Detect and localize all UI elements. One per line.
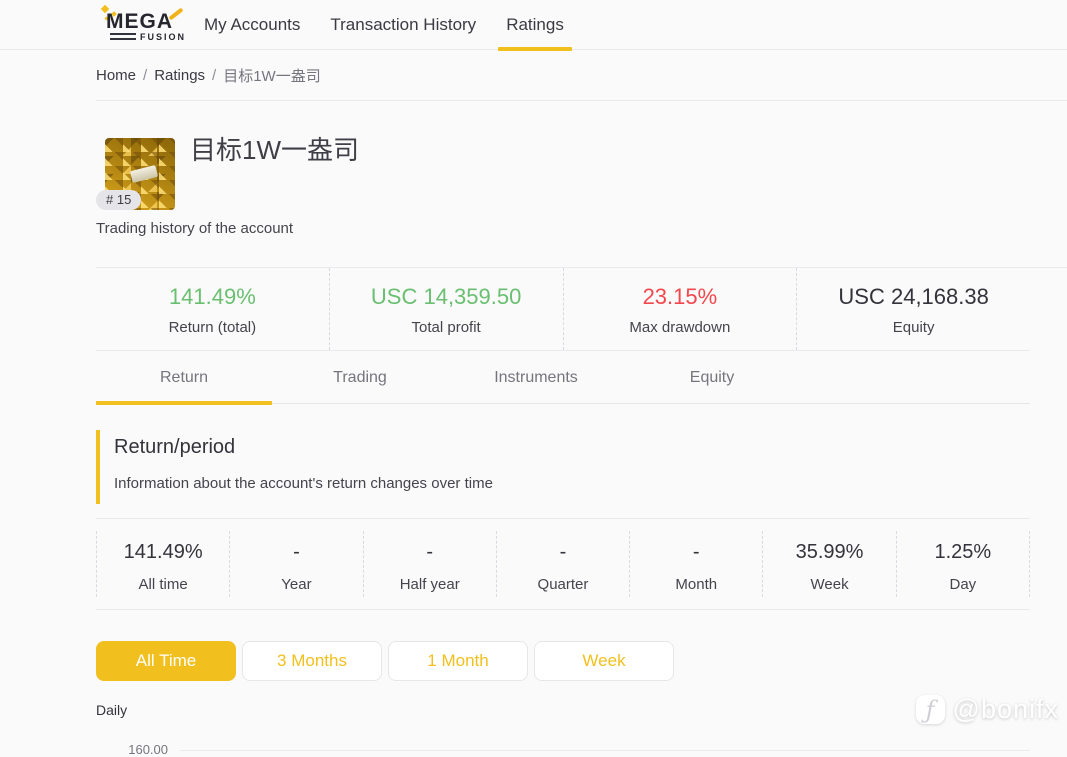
range-button-3-months[interactable]: 3 Months [242, 641, 382, 681]
active-tab-underline [96, 401, 272, 405]
account-title: 目标1W一盎司 [190, 130, 359, 167]
return-period-section-header: Return/period Information about the acco… [96, 430, 796, 504]
period-value: - [230, 541, 362, 564]
breadcrumb-separator: / [143, 67, 147, 84]
stat-return-total: 141.49% Return (total) [96, 268, 329, 350]
tab-label: Instruments [494, 369, 578, 387]
account-tabs: Return Trading Instruments Equity [96, 352, 1030, 404]
stat-equity: USC 24,168.38 Equity [796, 268, 1030, 350]
period-label: Day [897, 576, 1029, 593]
nav-item-ratings[interactable]: Ratings [506, 0, 564, 49]
period-week: 35.99% Week [762, 531, 895, 597]
period-half-year: - Half year [363, 531, 496, 597]
breadcrumb: Home / Ratings / 目标1W一盎司 [96, 51, 1067, 101]
stat-label: Equity [797, 319, 1030, 336]
period-label: Quarter [497, 576, 629, 593]
rank-badge: # 15 [96, 190, 141, 210]
chart-title: Daily [96, 702, 127, 718]
breadcrumb-current: 目标1W一盎司 [223, 65, 321, 86]
period-label: Half year [364, 576, 496, 593]
period-value: - [364, 541, 496, 564]
period-month: - Month [629, 531, 762, 597]
period-value: - [497, 541, 629, 564]
nav-item-label: My Accounts [204, 15, 300, 35]
stat-label: Total profit [330, 319, 563, 336]
chart-range-buttons: All Time 3 Months 1 Month Week [96, 641, 674, 681]
stat-value: 23.15% [564, 284, 797, 310]
breadcrumb-ratings[interactable]: Ratings [154, 67, 205, 84]
watermark-handle: @bonifx [953, 694, 1059, 725]
tab-return[interactable]: Return [96, 352, 272, 403]
stat-value: 141.49% [96, 284, 329, 310]
period-all-time: 141.49% All time [96, 531, 229, 597]
tab-label: Equity [690, 369, 734, 387]
nav-item-transaction-history[interactable]: Transaction History [330, 0, 476, 49]
nav-item-label: Transaction History [330, 15, 476, 35]
period-stats-row: 141.49% All time - Year - Half year - Qu… [96, 518, 1030, 610]
period-value: 141.49% [97, 541, 229, 564]
chart-gridline [180, 750, 1030, 751]
period-label: All time [97, 576, 229, 593]
range-button-1-month[interactable]: 1 Month [388, 641, 528, 681]
range-button-all-time[interactable]: All Time [96, 641, 236, 681]
account-subtitle: Trading history of the account [96, 220, 293, 237]
breadcrumb-separator: / [212, 67, 216, 84]
nav-menu: My Accounts Transaction History Ratings [204, 0, 594, 49]
breadcrumb-home[interactable]: Home [96, 67, 136, 84]
tab-label: Trading [333, 369, 387, 387]
fx-watermark-icon: ƒ [916, 695, 945, 724]
stat-value: USC 14,359.50 [330, 284, 563, 310]
period-label: Week [763, 576, 895, 593]
stat-label: Max drawdown [564, 319, 797, 336]
nav-item-my-accounts[interactable]: My Accounts [204, 0, 300, 49]
summary-stats-row: 141.49% Return (total) USC 14,359.50 Tot… [96, 268, 1030, 351]
tab-label: Return [160, 369, 208, 387]
period-label: Month [630, 576, 762, 593]
megafusion-logo[interactable]: MEGA FUSION [100, 4, 188, 46]
period-value: 35.99% [763, 541, 895, 564]
watermark: ƒ @bonifx [916, 694, 1059, 725]
stat-max-drawdown: 23.15% Max drawdown [563, 268, 797, 350]
period-year: - Year [229, 531, 362, 597]
tab-instruments[interactable]: Instruments [448, 352, 624, 403]
logo-lines-icon [110, 33, 136, 40]
nav-item-label: Ratings [506, 15, 564, 35]
logo-text-mega: MEGA [106, 10, 173, 34]
stat-label: Return (total) [96, 319, 329, 336]
period-value: 1.25% [897, 541, 1029, 564]
section-description: Information about the account's return c… [114, 475, 796, 492]
period-label: Year [230, 576, 362, 593]
top-navbar: MEGA FUSION My Accounts Transaction Hist… [0, 0, 1067, 50]
period-day: 1.25% Day [896, 531, 1030, 597]
stat-total-profit: USC 14,359.50 Total profit [329, 268, 563, 350]
tab-equity[interactable]: Equity [624, 352, 800, 403]
section-title: Return/period [114, 436, 796, 459]
range-button-week[interactable]: Week [534, 641, 674, 681]
tab-trading[interactable]: Trading [272, 352, 448, 403]
stat-value: USC 24,168.38 [797, 284, 1030, 310]
logo-text-fusion: FUSION [140, 32, 186, 42]
period-quarter: - Quarter [496, 531, 629, 597]
period-value: - [630, 541, 762, 564]
